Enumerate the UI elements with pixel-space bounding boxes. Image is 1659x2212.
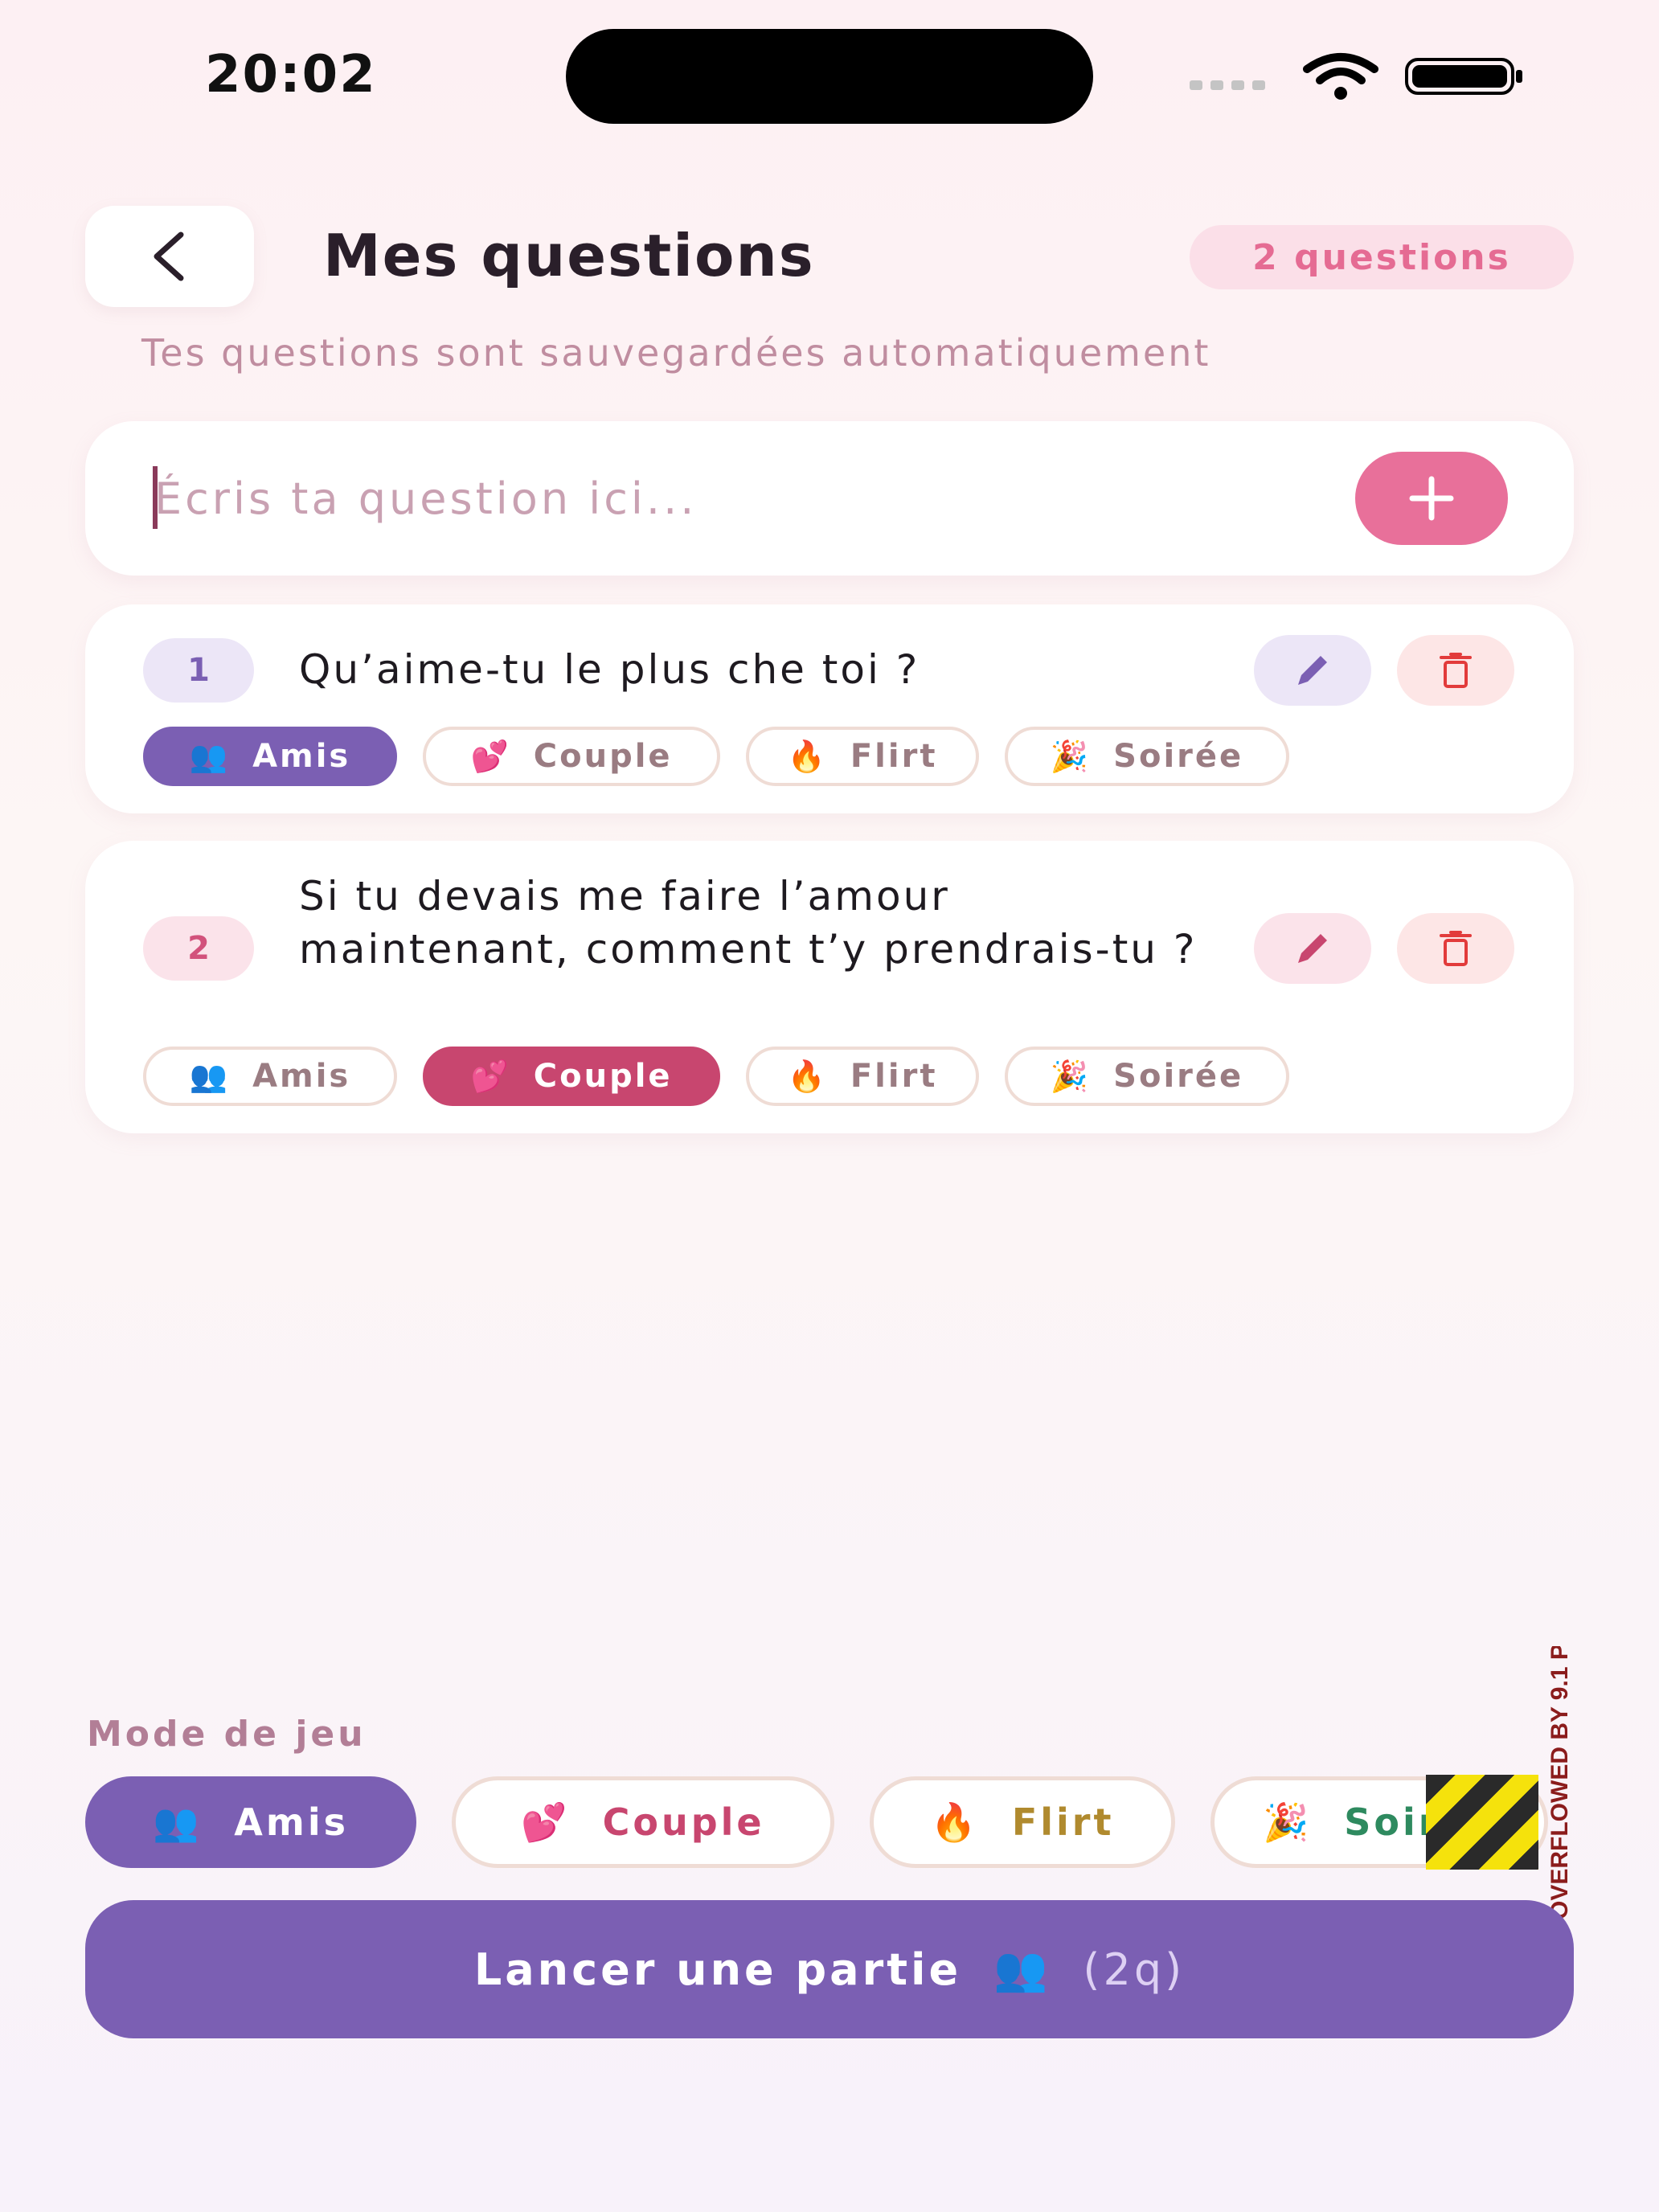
question-number-badge: 2: [143, 916, 254, 981]
people-icon: 👥: [153, 1800, 203, 1844]
back-button[interactable]: [85, 206, 254, 307]
hearts-icon: 💕: [521, 1800, 571, 1844]
tag-chip-soiree[interactable]: 🎉 Soirée: [1005, 727, 1289, 786]
launch-game-button[interactable]: Lancer une partie 👥 (2q): [85, 1900, 1574, 2038]
game-mode-amis[interactable]: 👥 Amis: [85, 1776, 416, 1868]
party-popper-icon: 🎉: [1263, 1800, 1313, 1844]
pencil-icon: [1298, 934, 1327, 963]
fire-icon: 🔥: [787, 1058, 828, 1094]
people-icon: 👥: [189, 738, 231, 774]
game-mode-couple[interactable]: 💕 Couple: [452, 1776, 834, 1868]
hearts-icon: 💕: [470, 1058, 511, 1094]
question-number-badge: 1: [143, 638, 254, 703]
question-text: Qu’aime-tu le plus che toi ?: [299, 646, 920, 693]
question-text: Si tu devais me faire l’amour maintenant…: [299, 873, 1198, 973]
tag-chip-couple[interactable]: 💕 Couple: [423, 727, 720, 786]
edit-question-button[interactable]: [1254, 913, 1371, 984]
dynamic-island: [566, 29, 1093, 124]
party-popper-icon: 🎉: [1050, 738, 1092, 774]
status-time: 20:02: [205, 45, 377, 104]
autosave-subtitle: Tes questions sont sauvegardées automati…: [141, 331, 1211, 375]
fire-icon: 🔥: [787, 738, 828, 774]
svg-text:OVERFLOWED BY 9.1 PIXELS: OVERFLOWED BY 9.1 PIXELS: [1546, 1646, 1573, 1919]
overflow-warning-stripes: [1426, 1775, 1538, 1870]
fire-icon: 🔥: [930, 1800, 980, 1844]
battery-icon: [1405, 58, 1522, 95]
game-mode-label: Mode de jeu: [87, 1714, 367, 1755]
question-input[interactable]: [154, 466, 1320, 530]
cellular-signal-icon: [1190, 80, 1265, 90]
delete-question-button[interactable]: [1397, 635, 1514, 706]
tag-chip-flirt[interactable]: 🔥 Flirt: [746, 727, 979, 786]
tag-chip-flirt[interactable]: 🔥 Flirt: [746, 1047, 979, 1106]
delete-question-button[interactable]: [1397, 913, 1514, 984]
chevron-left-icon: [154, 231, 184, 281]
trash-icon: [1440, 653, 1472, 688]
add-question-button[interactable]: [1355, 452, 1508, 545]
pencil-icon: [1298, 656, 1327, 685]
trash-icon: [1440, 931, 1472, 966]
people-icon: 👥: [993, 1944, 1051, 1994]
question-count-badge: 2 questions: [1190, 225, 1574, 289]
people-icon: 👥: [189, 1058, 231, 1094]
hearts-icon: 💕: [470, 738, 511, 774]
party-popper-icon: 🎉: [1050, 1058, 1092, 1094]
plus-icon: [1409, 476, 1454, 521]
tag-chip-amis[interactable]: 👥 Amis: [143, 727, 397, 786]
game-mode-flirt[interactable]: 🔥 Flirt: [870, 1776, 1175, 1868]
wifi-icon: [1303, 53, 1378, 100]
tag-chip-amis[interactable]: 👥 Amis: [143, 1047, 397, 1106]
tag-chip-couple[interactable]: 💕 Couple: [423, 1047, 720, 1106]
tag-chip-soiree[interactable]: 🎉 Soirée: [1005, 1047, 1289, 1106]
page-title: Mes questions: [323, 222, 815, 289]
edit-question-button[interactable]: [1254, 635, 1371, 706]
launch-question-count: (2q): [1083, 1944, 1186, 1995]
overflow-warning-text: OVERFLOWED BY 9.1 PIXELS: [1546, 1646, 1573, 1919]
